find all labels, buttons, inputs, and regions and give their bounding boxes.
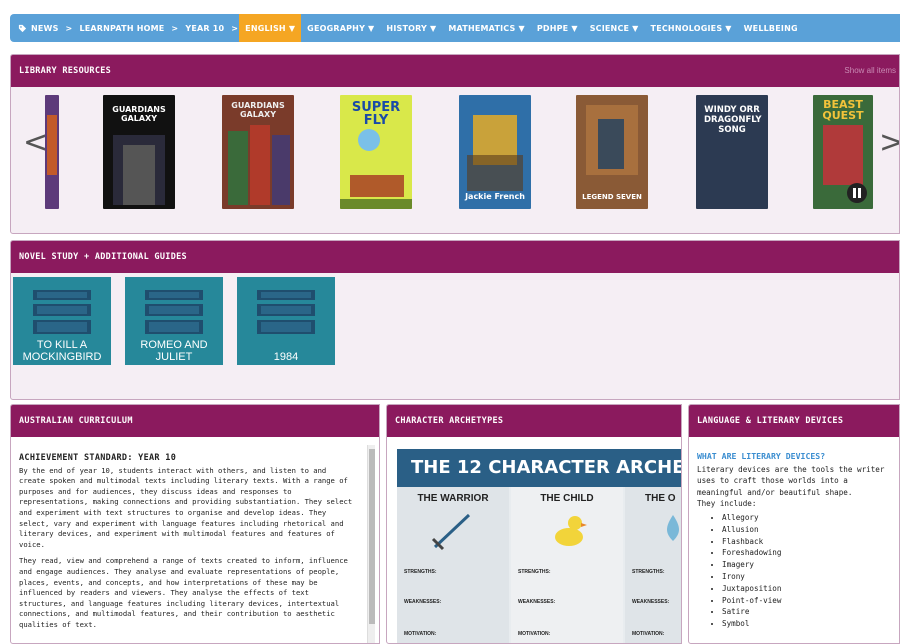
list-item: Imagery: [722, 559, 891, 571]
nav-history[interactable]: HISTORY ▼: [380, 14, 442, 42]
book-cover-jackie-french[interactable]: Jackie French: [459, 95, 531, 209]
show-all-items-link[interactable]: Show all items: [844, 66, 896, 75]
library-resources-panel: LIBRARY RESOURCES Show all items < GUARD…: [10, 54, 900, 234]
nav-separator: >: [231, 23, 239, 33]
list-item: Allegory: [722, 512, 891, 524]
novel-study-panel: NOVEL STUDY + ADDITIONAL GUIDES TO KILL …: [10, 240, 900, 400]
list-item: Allusion: [722, 524, 891, 536]
list-item: Symbol: [722, 618, 891, 630]
nav-geography[interactable]: GEOGRAPHY ▼: [301, 14, 380, 42]
book-cover-super-fly[interactable]: SUPER FLY: [340, 95, 412, 209]
books-icon: [257, 290, 315, 334]
book-cover[interactable]: [45, 95, 59, 209]
literary-devices-title: LANGUAGE & LITERARY DEVICES: [689, 405, 899, 437]
pause-icon[interactable]: [847, 183, 867, 203]
list-item: Satire: [722, 606, 891, 618]
tile-caption: TO KILL A MOCKINGBIRD: [22, 339, 102, 363]
nav-year-10[interactable]: YEAR 10: [179, 14, 230, 42]
book-title: GUARDIANS GALAXY: [112, 105, 166, 123]
list-item: Juxtaposition: [722, 583, 891, 595]
novel-tile-romeo-juliet[interactable]: ROMEO AND JULIET: [125, 277, 223, 365]
drop-icon: [667, 515, 679, 541]
novel-tile-mockingbird[interactable]: TO KILL A MOCKINGBIRD: [13, 277, 111, 365]
book-carousel: < GUARDIANS GALAXY GUARDIANS GALAXY SUPE…: [11, 87, 899, 233]
nav-mathematics[interactable]: MATHEMATICS ▼: [442, 14, 530, 42]
book-cover-dragonfly-song[interactable]: WINDY ORR DRAGONFLY SONG: [696, 95, 768, 209]
novel-tile-1984[interactable]: 1984: [237, 277, 335, 365]
tag-icon: [18, 24, 27, 32]
literary-devices-include: They include:: [697, 498, 757, 508]
breadcrumb-nav: NEWS > LEARNPATH HOME > YEAR 10 > ENGLIS…: [10, 14, 900, 42]
nav-separator: >: [65, 23, 73, 33]
tile-caption: ROMEO AND JULIET: [140, 339, 208, 363]
poster-title: THE 12 CHARACTER ARCHETY: [397, 449, 681, 487]
character-archetypes-title: CHARACTER ARCHETYPES: [387, 405, 681, 437]
novel-study-title: NOVEL STUDY + ADDITIONAL GUIDES: [11, 241, 899, 273]
book-cover-beast-quest[interactable]: BEAST QUEST: [813, 95, 873, 209]
archetype-column: THE CHILD STRENGTHS: WEAKNESSES: MOTIVAT…: [511, 487, 623, 643]
books-icon: [33, 290, 91, 334]
nav-pdhpe[interactable]: PDHPE ▼: [531, 14, 584, 42]
list-item: Irony: [722, 571, 891, 583]
literary-devices-intro: Literary devices are the tools the write…: [697, 465, 885, 497]
australian-curriculum-panel: AUSTRALIAN CURRICULUM ACHIEVEMENT STANDA…: [10, 404, 380, 644]
list-item: Point-of-view: [722, 595, 891, 607]
nav-news[interactable]: NEWS: [31, 14, 65, 42]
book-cover-legend-seven[interactable]: LEGEND SEVEN: [576, 95, 648, 209]
book-title: WINDY ORR DRAGONFLY SONG: [704, 105, 762, 135]
book-title: BEAST QUEST: [822, 98, 864, 122]
nav-english[interactable]: ENGLISH ▼: [239, 14, 302, 42]
books-icon: [145, 290, 203, 334]
literary-devices-content: WHAT ARE LITERARY DEVICES? Literary devi…: [689, 437, 899, 630]
curriculum-scrollbar[interactable]: [367, 445, 375, 643]
tile-caption: 1984: [273, 351, 299, 363]
book-title: SUPER FLY: [351, 100, 401, 128]
book-author: Jackie French: [465, 192, 525, 201]
curriculum-paragraph: They read, view and comprehend a range o…: [19, 556, 348, 629]
curriculum-paragraph: By the end of year 10, students interact…: [19, 465, 353, 549]
duck-icon: [555, 516, 587, 546]
nav-wellbeing[interactable]: WELLBEING: [738, 14, 804, 42]
australian-curriculum-title: AUSTRALIAN CURRICULUM: [11, 405, 379, 437]
book-cover-guardians-2[interactable]: GUARDIANS GALAXY: [222, 95, 294, 209]
list-item: Flashback: [722, 536, 891, 548]
character-archetypes-panel: CHARACTER ARCHETYPES THE 12 CHARACTER AR…: [386, 404, 682, 644]
list-item: Foreshadowing: [722, 547, 891, 559]
book-title: LEGEND SEVEN: [582, 193, 642, 201]
nav-separator: >: [171, 23, 179, 33]
achievement-standard-heading: ACHIEVEMENT STANDARD: YEAR 10: [19, 453, 177, 463]
sword-icon: [431, 513, 471, 551]
literary-devices-panel: LANGUAGE & LITERARY DEVICES WHAT ARE LIT…: [688, 404, 900, 644]
book-cover-guardians-1[interactable]: GUARDIANS GALAXY: [103, 95, 175, 209]
archetype-column: THE O STRENGTHS: WEAKNESSES: MOTIVATION:: [625, 487, 681, 643]
carousel-next-arrow[interactable]: >: [879, 125, 899, 160]
curriculum-content: ACHIEVEMENT STANDARD: YEAR 10 By the end…: [11, 437, 366, 631]
literary-devices-heading: WHAT ARE LITERARY DEVICES?: [697, 451, 826, 461]
nav-learnpath-home[interactable]: LEARNPATH HOME: [73, 14, 170, 42]
literary-devices-list: Allegory Allusion Flashback Foreshadowin…: [697, 512, 891, 630]
archetype-column: THE WARRIOR STRENGTHS: WEAKNESSES: MOTIV…: [397, 487, 509, 643]
scrollbar-thumb[interactable]: [369, 449, 375, 624]
archetypes-poster[interactable]: THE 12 CHARACTER ARCHETY THE WARRIOR STR…: [397, 449, 681, 643]
book-title: GUARDIANS GALAXY: [231, 101, 285, 119]
nav-science[interactable]: SCIENCE ▼: [584, 14, 645, 42]
nav-technologies[interactable]: TECHNOLOGIES ▼: [645, 14, 738, 42]
library-resources-title: LIBRARY RESOURCES: [11, 55, 899, 87]
